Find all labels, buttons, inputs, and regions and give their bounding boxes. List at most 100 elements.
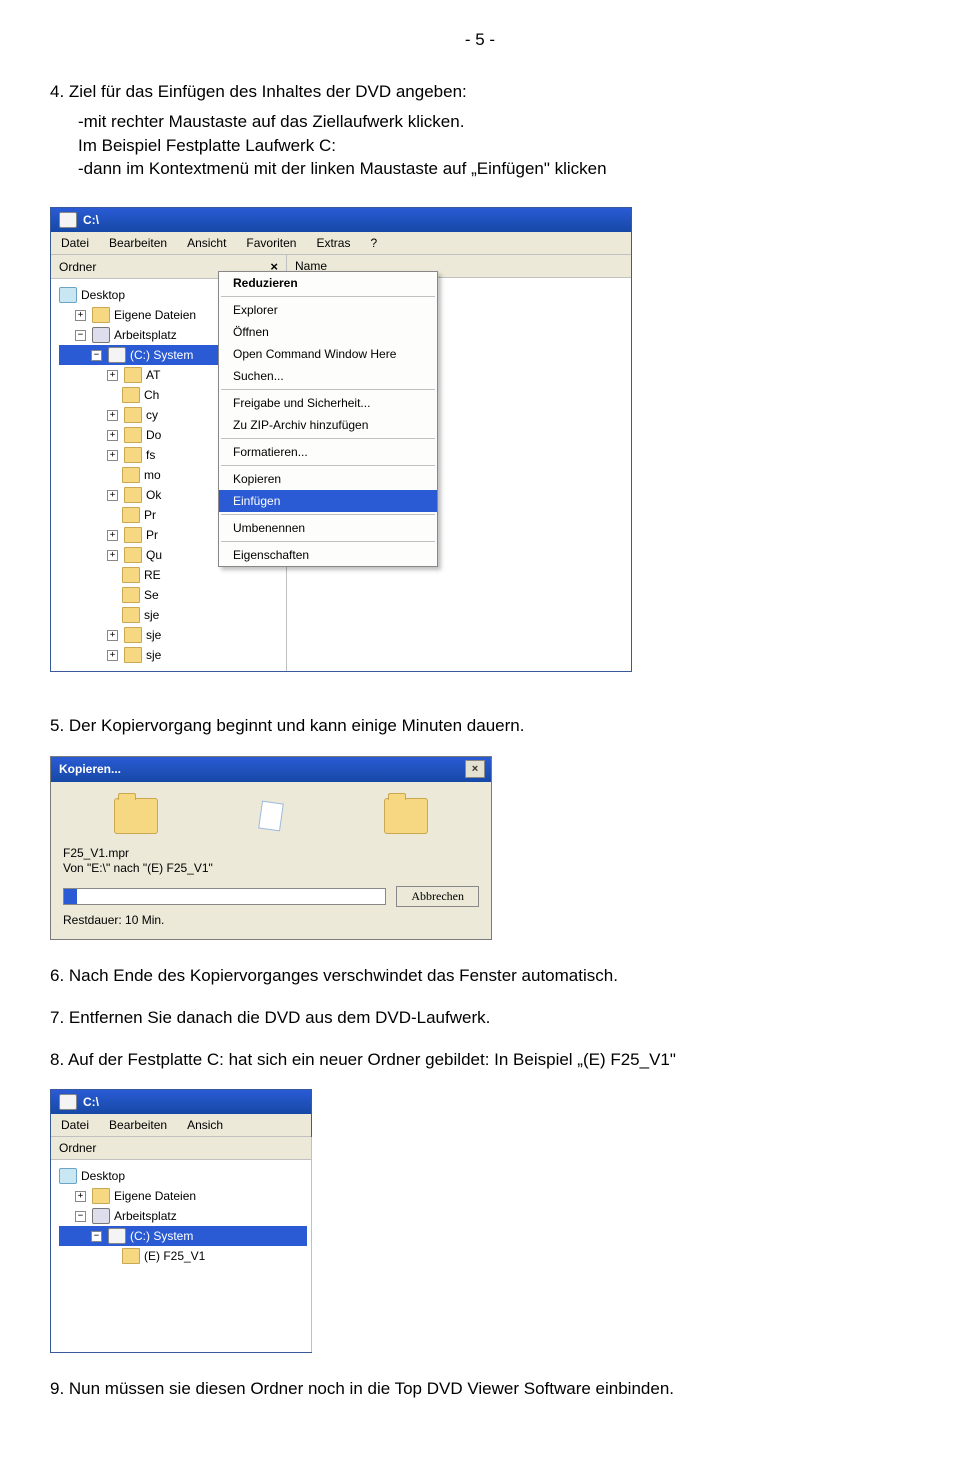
expand-icon[interactable]: + [107, 550, 118, 561]
copy-animation [63, 792, 479, 840]
expand-icon[interactable]: + [107, 490, 118, 501]
tree-new-folder[interactable]: (E) F25_V1 [59, 1246, 307, 1266]
tree-desktop[interactable]: Desktop [59, 1166, 307, 1186]
collapse-icon[interactable]: − [91, 350, 102, 361]
close-icon[interactable]: × [465, 760, 485, 778]
folder-icon [122, 567, 140, 583]
tree-label: cy [146, 405, 158, 425]
tree-label: Eigene Dateien [114, 1186, 196, 1206]
tree-label: Arbeitsplatz [114, 1206, 177, 1226]
menu-ansicht[interactable]: Ansich [187, 1118, 223, 1132]
collapse-icon[interactable]: − [75, 1211, 86, 1222]
menu-datei[interactable]: Datei [61, 1118, 89, 1132]
separator [221, 438, 435, 439]
menu-favoriten[interactable]: Favoriten [246, 236, 296, 250]
folder-icon [122, 587, 140, 603]
page-number: - 5 - [50, 30, 910, 50]
tree-eigene-dateien[interactable]: + Eigene Dateien [59, 1186, 307, 1206]
expand-icon[interactable]: + [107, 450, 118, 461]
tree-label: sje [146, 625, 161, 645]
expand-icon[interactable]: + [75, 1191, 86, 1202]
title-bar[interactable]: C:\ [51, 208, 631, 232]
expand-icon[interactable]: + [107, 530, 118, 541]
drive-icon [108, 1228, 126, 1244]
expand-icon[interactable]: + [107, 630, 118, 641]
step4-line1: 4. Ziel für das Einfügen des Inhaltes de… [50, 80, 910, 104]
ctx-eigenschaften[interactable]: Eigenschaften [219, 544, 437, 566]
drive-icon [59, 212, 77, 228]
ctx-reduzieren[interactable]: Reduzieren [219, 272, 437, 294]
tree-label: Eigene Dateien [114, 305, 196, 325]
tree-folder[interactable]: + sje [59, 645, 282, 665]
drive-icon [59, 1094, 77, 1110]
tree-folder[interactable]: + sje [59, 625, 282, 645]
expand-icon[interactable]: + [107, 370, 118, 381]
separator [221, 465, 435, 466]
step8: 8. Auf der Festplatte C: hat sich ein ne… [50, 1048, 910, 1072]
ctx-oeffnen[interactable]: Öffnen [219, 321, 437, 343]
tree-label: Ch [144, 385, 159, 405]
menu-bearbeiten[interactable]: Bearbeiten [109, 236, 167, 250]
collapse-icon[interactable]: − [91, 1231, 102, 1242]
separator [221, 296, 435, 297]
drive-icon [108, 347, 126, 363]
cancel-button[interactable]: Abbrechen [396, 886, 479, 907]
collapse-icon[interactable]: − [75, 330, 86, 341]
tree-folder[interactable]: Se [59, 585, 282, 605]
folder-icon [122, 507, 140, 523]
ctx-explorer[interactable]: Explorer [219, 299, 437, 321]
tree-label: sje [146, 645, 161, 665]
tree-label: Arbeitsplatz [114, 325, 177, 345]
tree-label: sje [144, 605, 159, 625]
ctx-einfuegen[interactable]: Einfügen [219, 490, 437, 512]
step9: 9. Nun müssen sie diesen Ordner noch in … [50, 1377, 910, 1401]
step6: 6. Nach Ende des Kopiervorganges verschw… [50, 964, 910, 988]
tree-label: Se [144, 585, 159, 605]
folder-icon [114, 798, 158, 834]
folder-icon [122, 1248, 140, 1264]
menu-bar: Datei Bearbeiten Ansicht Favoriten Extra… [51, 232, 631, 255]
expand-icon[interactable]: + [75, 310, 86, 321]
title-bar[interactable]: C:\ [51, 1090, 311, 1114]
tree-label: Desktop [81, 1166, 125, 1186]
explorer-window-2: C:\ Datei Bearbeiten Ansich Ordner Deskt… [50, 1089, 312, 1353]
folder-icon [124, 647, 142, 663]
ctx-kopieren[interactable]: Kopieren [219, 468, 437, 490]
menu-ansicht[interactable]: Ansicht [187, 236, 226, 250]
menu-extras[interactable]: Extras [316, 236, 350, 250]
tree-arbeitsplatz[interactable]: − Arbeitsplatz [59, 1206, 307, 1226]
copy-title-text: Kopieren... [59, 762, 121, 776]
tree-label: mo [144, 465, 161, 485]
tree-label: (C:) System [130, 345, 193, 365]
expand-icon[interactable]: + [107, 410, 118, 421]
desktop-icon [59, 287, 77, 303]
ctx-formatieren[interactable]: Formatieren... [219, 441, 437, 463]
folder-icon [124, 427, 142, 443]
folder-icon [124, 627, 142, 643]
window-title: C:\ [83, 1095, 99, 1109]
folder-icon [124, 407, 142, 423]
copy-title-bar[interactable]: Kopieren... × [51, 757, 491, 782]
tree-folder[interactable]: RE [59, 565, 282, 585]
window-title: C:\ [83, 213, 99, 227]
folder-icon [124, 367, 142, 383]
expand-icon[interactable]: + [107, 650, 118, 661]
expand-icon[interactable]: + [107, 430, 118, 441]
tree-label: (C:) System [130, 1226, 193, 1246]
ctx-umbenennen[interactable]: Umbenennen [219, 517, 437, 539]
ctx-zip[interactable]: Zu ZIP-Archiv hinzufügen [219, 414, 437, 436]
tree-folder[interactable]: sje [59, 605, 282, 625]
copy-dialog: Kopieren... × F25_V1.mpr Von "E:\" nach … [50, 756, 492, 940]
folder-icon [124, 487, 142, 503]
menu-datei[interactable]: Datei [61, 236, 89, 250]
ctx-open-cmd[interactable]: Open Command Window Here [219, 343, 437, 365]
tree-label: Qu [146, 545, 162, 565]
tree-label: fs [146, 445, 155, 465]
folder-icon [124, 527, 142, 543]
ctx-suchen[interactable]: Suchen... [219, 365, 437, 387]
tree-c-drive[interactable]: − (C:) System [59, 1226, 307, 1246]
menu-bearbeiten[interactable]: Bearbeiten [109, 1118, 167, 1132]
menu-help[interactable]: ? [370, 236, 377, 250]
ctx-freigabe[interactable]: Freigabe und Sicherheit... [219, 392, 437, 414]
folder-icon [92, 307, 110, 323]
